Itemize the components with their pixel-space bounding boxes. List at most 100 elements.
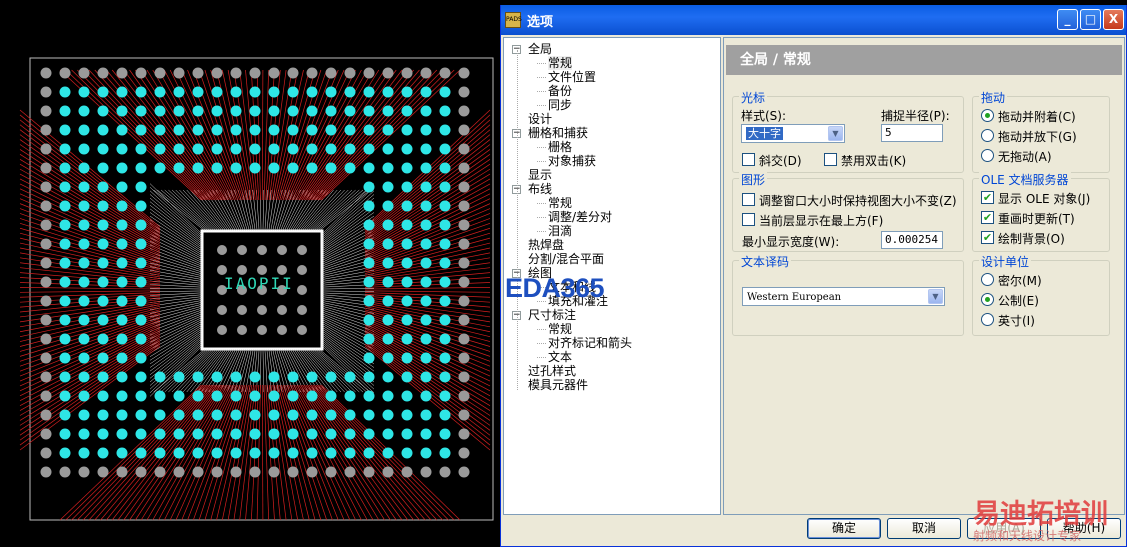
bga-pad: [363, 409, 375, 421]
bga-pad: [154, 67, 166, 79]
bga-pad: [59, 181, 71, 193]
bga-pad: [40, 143, 52, 155]
fanout-trace: [149, 294, 203, 300]
drag-mode-radio[interactable]: [981, 129, 994, 142]
bga-pad: [211, 86, 223, 98]
bga-pad: [78, 314, 90, 326]
ole-server-group: OLE 文档服务器 ✔ 显示 OLE 对象(J) ✔ 重画时更新(T) ✔ 绘制背景(O): [972, 171, 1110, 252]
cursor-style-select[interactable]: 大十字 ▼: [741, 124, 845, 143]
bga-pad: [268, 428, 280, 440]
bga-pad: [59, 86, 71, 98]
disable-double-click-checkbox[interactable]: [824, 153, 837, 166]
bga-pad: [382, 162, 394, 174]
bga-pad: [211, 67, 223, 79]
tree-item[interactable]: 布线: [528, 182, 552, 196]
tree-item[interactable]: 对象捕获: [548, 154, 596, 168]
bga-pad: [401, 409, 413, 421]
bga-pad: [192, 409, 204, 421]
bga-pad: [325, 447, 337, 459]
ole-option-checkbox[interactable]: ✔: [981, 191, 994, 204]
tree-item[interactable]: 模具元器件: [528, 378, 588, 392]
tree-item[interactable]: 分割/混合平面: [528, 252, 604, 266]
bga-pad: [268, 447, 280, 459]
tree-item[interactable]: 栅格和捕获: [528, 126, 588, 140]
routed-trace: [19, 119, 161, 231]
bga-pad: [78, 162, 90, 174]
bga-pad: [116, 352, 128, 364]
dialog-titlebar[interactable]: PADS 选项 _ □ X: [501, 5, 1126, 35]
bga-pad: [59, 276, 71, 288]
keep-view-size-checkbox[interactable]: [742, 193, 755, 206]
ole-option-checkbox[interactable]: ✔: [981, 211, 994, 224]
tree-item[interactable]: 显示: [528, 168, 552, 182]
design-unit-radio[interactable]: [981, 293, 994, 306]
fanout-trace: [274, 189, 287, 232]
bga-pad: [401, 124, 413, 136]
tree-item[interactable]: 泪滴: [548, 224, 572, 238]
ok-button[interactable]: 确定: [807, 518, 881, 539]
bga-pad: [458, 200, 470, 212]
bga-pad: [363, 105, 375, 117]
bga-pad: [78, 371, 90, 383]
tree-item[interactable]: 文件位置: [548, 70, 596, 84]
bga-pad: [401, 105, 413, 117]
fanout-trace: [266, 189, 272, 232]
bga-pad: [249, 105, 261, 117]
tree-item[interactable]: 备份: [548, 84, 572, 98]
bga-pad: [173, 162, 185, 174]
bga-pad: [97, 181, 109, 193]
routed-trace: [19, 287, 161, 290]
tree-item[interactable]: 尺寸标注: [528, 308, 576, 322]
tree-item[interactable]: 对齐标记和箭头: [548, 336, 632, 350]
bga-pad: [173, 143, 185, 155]
pcb-canvas[interactable]: IAOPII: [0, 0, 500, 547]
bga-pad: [173, 390, 185, 402]
tree-item[interactable]: 常规: [548, 322, 572, 336]
chevron-down-icon[interactable]: ▼: [928, 289, 943, 304]
design-unit-radio[interactable]: [981, 313, 994, 326]
tree-item[interactable]: 调整/差分对: [548, 210, 612, 224]
bga-pad: [420, 409, 432, 421]
bga-pad: [40, 314, 52, 326]
tree-item[interactable]: 同步: [548, 98, 572, 112]
tree-item[interactable]: 设计: [528, 112, 552, 126]
tree-item[interactable]: 过孔样式: [528, 364, 576, 378]
close-button[interactable]: X: [1103, 9, 1124, 30]
design-unit-radio[interactable]: [981, 273, 994, 286]
bga-pad: [40, 219, 52, 231]
maximize-button[interactable]: □: [1080, 9, 1101, 30]
bga-pad: [135, 371, 147, 383]
tree-connector: [537, 63, 546, 64]
tree-item[interactable]: 常规: [548, 196, 572, 210]
drag-mode-radio[interactable]: [981, 109, 994, 122]
bga-pad: [382, 124, 394, 136]
bga-pad: [78, 105, 90, 117]
minimize-button[interactable]: _: [1057, 9, 1078, 30]
tree-item[interactable]: 热焊盘: [528, 238, 564, 252]
drag-mode-radio[interactable]: [981, 149, 994, 162]
tree-item[interactable]: 文本: [548, 350, 572, 364]
bga-pad: [363, 333, 375, 345]
bga-pad: [287, 67, 299, 79]
bga-pad: [344, 390, 356, 402]
bga-pad: [154, 162, 166, 174]
diagonal-checkbox[interactable]: [742, 153, 755, 166]
cancel-button[interactable]: 取消: [887, 518, 961, 539]
bga-pad: [458, 352, 470, 364]
active-layer-top-checkbox[interactable]: [742, 213, 755, 226]
chevron-down-icon[interactable]: ▼: [828, 126, 843, 141]
drag-group-title: 拖动: [979, 89, 1008, 106]
routed-trace: [263, 69, 270, 201]
tree-item[interactable]: 常规: [548, 56, 573, 70]
tree-item[interactable]: 栅格: [548, 140, 572, 154]
ole-option-checkbox[interactable]: ✔: [981, 231, 994, 244]
bga-pad: [59, 238, 71, 250]
tree-item[interactable]: 全局: [528, 42, 552, 56]
text-encoding-select[interactable]: Western European ▼: [742, 287, 945, 306]
bga-pad: [97, 276, 109, 288]
bga-pad: [363, 181, 375, 193]
snap-radius-input[interactable]: 5: [881, 124, 943, 142]
min-display-width-input[interactable]: 0.000254: [881, 231, 943, 249]
ole-option-label: 显示 OLE 对象(J): [998, 192, 1091, 206]
bga-pad: [420, 105, 432, 117]
